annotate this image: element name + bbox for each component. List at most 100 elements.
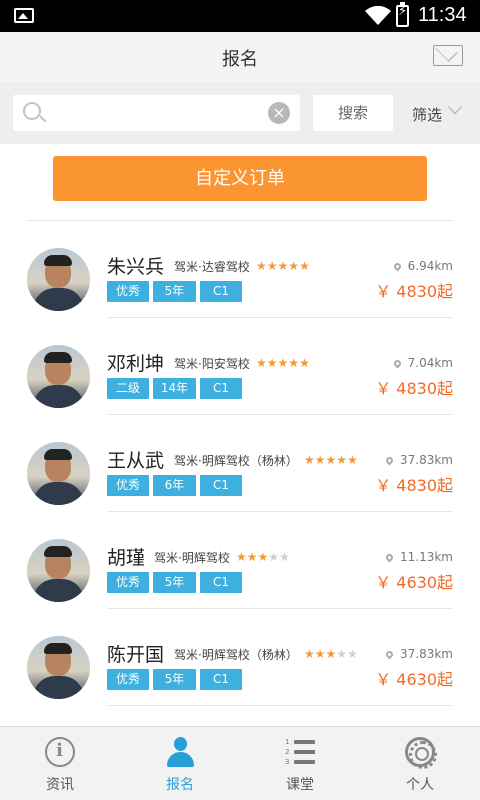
price: ￥ 4630起 (375, 670, 453, 689)
school-name: 驾米·阳安驾校 (174, 357, 250, 371)
avatar (27, 248, 90, 311)
tag-badge: 优秀 (107, 281, 149, 302)
gear-icon (405, 737, 437, 769)
avatar (27, 539, 90, 602)
star-icon: ★ (288, 356, 300, 370)
star-icon: ★ (314, 647, 326, 661)
instructor-row[interactable]: 朱兴兵 驾米·达睿驾校 ★★★★★ 优秀 5年 C1 6.94km ￥ 4830起 (0, 221, 480, 318)
status-bar: ⚡ 11:34 (0, 0, 480, 32)
rating-stars: ★★★★★ (304, 647, 358, 661)
distance-value: 7.04km (407, 356, 453, 370)
star-icon: ★ (277, 356, 289, 370)
star-icon: ★ (268, 550, 280, 564)
tab-label: 个人 (406, 777, 434, 793)
divider (107, 705, 453, 706)
star-icon: ★ (277, 259, 289, 273)
tag-badge: 优秀 (107, 475, 149, 496)
star-icon: ★ (266, 259, 278, 273)
star-icon: ★ (304, 647, 315, 661)
star-icon: ★ (304, 453, 315, 467)
status-time: 11:34 (418, 4, 467, 26)
distance: 37.83km (384, 647, 453, 661)
chevron-down-icon (447, 99, 463, 115)
tab-profile[interactable]: 个人 (360, 727, 480, 800)
location-pin-icon (384, 455, 395, 466)
star-icon: ★ (325, 453, 337, 467)
distance-value: 37.83km (400, 647, 453, 661)
search-bar: × 搜索 筛选 (0, 82, 480, 144)
tab-classroom[interactable]: 1 2 3 课堂 (240, 727, 360, 800)
numbered-list-icon: 1 2 3 (285, 737, 315, 767)
instructor-row[interactable]: 王从武 驾米·明辉驾校（杨林） ★★★★★ 优秀 6年 C1 37.83km ￥ 4830起 (0, 415, 480, 512)
price: ￥ 4830起 (375, 476, 453, 495)
tag-badge: 14年 (153, 378, 196, 399)
mail-icon[interactable] (433, 45, 463, 66)
battery-charging-icon: ⚡ (396, 2, 409, 27)
instructor-name: 邓利坤 (107, 353, 165, 375)
price: ￥ 4630起 (375, 573, 453, 592)
wifi-icon (365, 6, 391, 25)
image-notification-icon (14, 8, 34, 23)
tab-label: 资讯 (46, 777, 74, 793)
avatar (27, 345, 90, 408)
instructor-row[interactable]: 邓利坤 驾米·阳安驾校 ★★★★★ 二级 14年 C1 7.04km ￥ 4830起 (0, 318, 480, 415)
tag-badge: 优秀 (107, 669, 149, 690)
tab-label: 报名 (166, 777, 194, 793)
location-pin-icon (384, 552, 395, 563)
search-input[interactable] (51, 99, 271, 127)
instructor-name: 陈开国 (107, 644, 165, 666)
rating-stars: ★★★★★ (256, 356, 310, 370)
filter-dropdown[interactable]: 筛选 (412, 99, 463, 125)
tab-news[interactable]: 资讯 (0, 727, 120, 800)
instructor-row[interactable]: 胡瑾 驾米·明辉驾校 ★★★★★ 优秀 5年 C1 11.13km ￥ 4630起 (0, 512, 480, 609)
tag-badge: 二级 (107, 378, 149, 399)
star-icon: ★ (256, 356, 267, 370)
tag-badge: C1 (200, 572, 242, 593)
rating-stars: ★★★★★ (236, 550, 290, 564)
instructor-name: 朱兴兵 (107, 256, 165, 278)
location-pin-icon (392, 358, 403, 369)
price: ￥ 4830起 (375, 282, 453, 301)
instructor-name: 王从武 (107, 450, 165, 472)
tab-label: 课堂 (286, 777, 314, 793)
distance: 11.13km (384, 550, 453, 564)
star-icon: ★ (336, 453, 348, 467)
instructor-name: 胡瑾 (107, 547, 146, 569)
star-icon: ★ (236, 550, 247, 564)
star-icon: ★ (266, 356, 278, 370)
tab-signup[interactable]: 报名 (120, 727, 240, 800)
price: ￥ 4830起 (375, 379, 453, 398)
star-icon: ★ (299, 259, 310, 273)
tag-badge: 5年 (153, 669, 196, 690)
custom-order-button[interactable]: 自定义订单 (53, 156, 427, 201)
tag-badge: 5年 (153, 572, 196, 593)
star-icon: ★ (314, 453, 326, 467)
avatar (27, 442, 90, 505)
star-icon: ★ (336, 647, 348, 661)
tag-badge: 6年 (153, 475, 196, 496)
person-icon (165, 737, 195, 767)
school-name: 驾米·明辉驾校 (154, 551, 230, 565)
instructor-row[interactable]: 陈开国 驾米·明辉驾校（杨林） ★★★★★ 优秀 5年 C1 37.83km ￥ 4630起 (0, 609, 480, 706)
tag-badge: 5年 (153, 281, 196, 302)
distance-value: 6.94km (407, 259, 453, 273)
search-box: × (13, 95, 300, 131)
star-icon: ★ (347, 647, 358, 661)
star-icon: ★ (347, 453, 358, 467)
school-name: 驾米·明辉驾校（杨林） (174, 454, 298, 468)
distance: 37.83km (384, 453, 453, 467)
star-icon: ★ (257, 550, 269, 564)
star-icon: ★ (256, 259, 267, 273)
page-title: 报名 (222, 49, 258, 70)
search-button[interactable]: 搜索 (313, 95, 393, 131)
star-icon: ★ (325, 647, 337, 661)
school-name: 驾米·达睿驾校 (174, 260, 250, 274)
clear-icon[interactable]: × (268, 102, 290, 124)
rating-stars: ★★★★★ (256, 259, 310, 273)
star-icon: ★ (246, 550, 258, 564)
distance-value: 11.13km (400, 550, 453, 564)
star-icon: ★ (288, 259, 300, 273)
bottom-tab-bar: 资讯 报名 1 2 3 课堂 个人 (0, 726, 480, 800)
location-pin-icon (384, 649, 395, 660)
info-icon (45, 737, 75, 767)
